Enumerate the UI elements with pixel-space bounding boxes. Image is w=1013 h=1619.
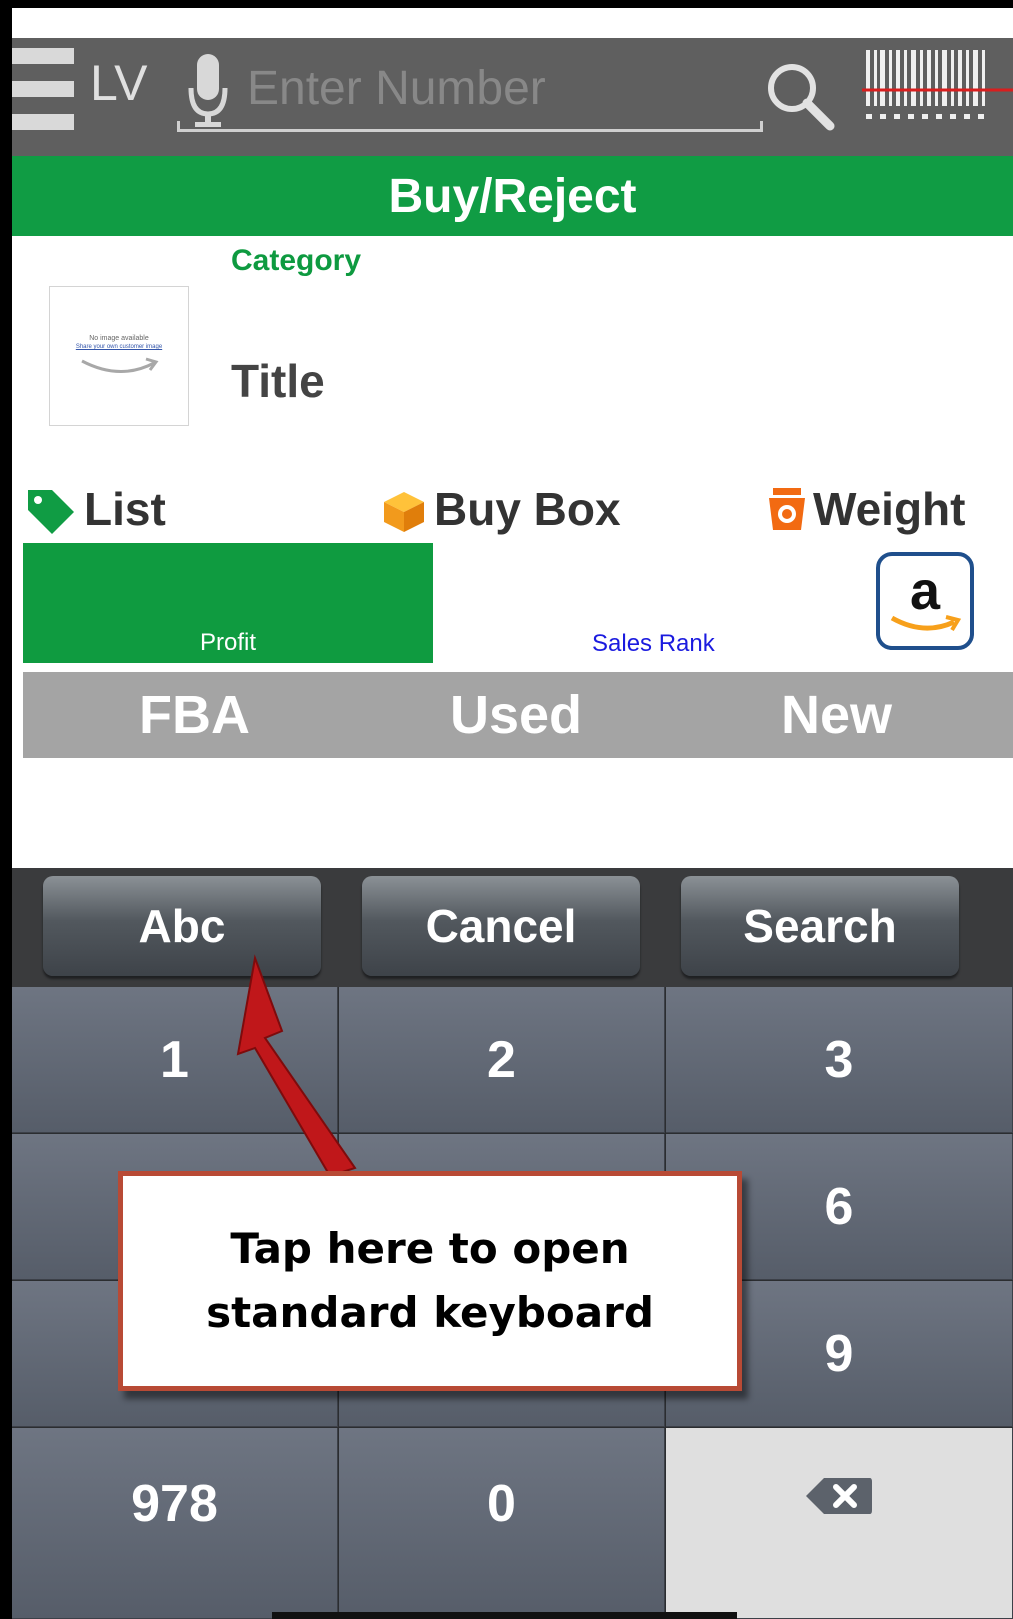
- search-button[interactable]: Search: [681, 876, 959, 976]
- abc-button[interactable]: Abc: [43, 876, 321, 976]
- home-indicator: [272, 1612, 737, 1619]
- product-title: Title: [231, 355, 325, 407]
- tab-used[interactable]: Used: [450, 672, 582, 758]
- key-0[interactable]: 0: [339, 1428, 665, 1619]
- backspace-key[interactable]: [666, 1428, 1013, 1619]
- number-input[interactable]: [245, 52, 749, 124]
- sales-rank-label: Sales Rank: [592, 630, 715, 657]
- menu-icon[interactable]: [12, 48, 74, 130]
- annotation-callout: Tap here to open standard keyboard: [118, 1171, 742, 1391]
- profit-panel: Profit: [23, 543, 433, 663]
- box-icon: [384, 492, 424, 532]
- weight-label-text: Weight: [813, 483, 966, 535]
- no-image-text: No image available: [89, 335, 149, 342]
- cancel-button[interactable]: Cancel: [362, 876, 640, 976]
- buy-box-label-text: Buy Box: [434, 483, 621, 535]
- tab-new[interactable]: New: [781, 672, 892, 758]
- search-icon[interactable]: [764, 60, 836, 132]
- key-1[interactable]: 1: [12, 987, 338, 1133]
- amazon-icon[interactable]: a: [876, 552, 974, 650]
- lv-mode-button[interactable]: LV: [90, 54, 147, 112]
- profit-label: Profit: [199, 629, 256, 656]
- backspace-icon: [806, 1478, 872, 1514]
- tab-fba[interactable]: FBA: [139, 672, 250, 758]
- category-label: Category: [231, 244, 362, 277]
- microphone-icon[interactable]: [187, 52, 229, 132]
- tag-icon: [28, 490, 74, 534]
- key-2[interactable]: 2: [339, 987, 665, 1133]
- buy-reject-header: Buy/Reject: [12, 156, 1013, 236]
- app-screen: LV Enter Number Buy/Reject Category No i…: [12, 8, 1013, 1619]
- key-978[interactable]: 978: [12, 1428, 338, 1619]
- amazon-smile-icon: [890, 615, 962, 632]
- annotation-text: Tap here to open standard keyboard: [206, 1224, 654, 1337]
- top-bar: LV: [12, 38, 1013, 162]
- barcode-scanner-icon[interactable]: [862, 48, 1013, 130]
- product-thumbnail: No image available Share your own custom…: [49, 286, 189, 426]
- customer-image-link[interactable]: Share your own customer image: [50, 344, 188, 350]
- scale-icon: [769, 488, 805, 530]
- key-3[interactable]: 3: [666, 987, 1013, 1133]
- list-label-text: List: [84, 483, 166, 535]
- amazon-smile-placeholder: [81, 357, 159, 373]
- keyboard-action-row: Abc Cancel Search: [12, 868, 1013, 988]
- amazon-logo-letter: a: [909, 561, 941, 621]
- input-underline: [177, 121, 763, 132]
- condition-tabs: FBA Used New: [23, 672, 1013, 758]
